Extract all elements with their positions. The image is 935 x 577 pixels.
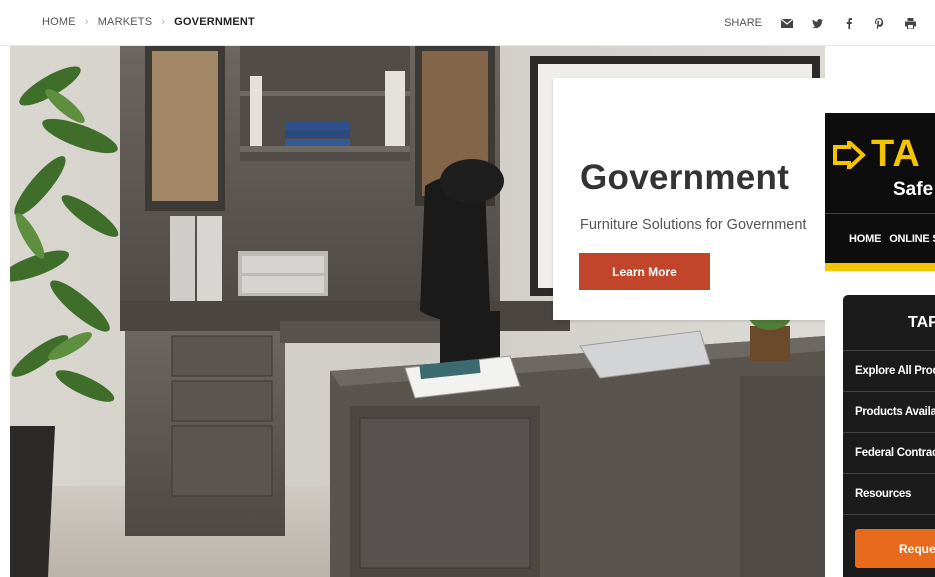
breadcrumb-separator-icon: › xyxy=(84,16,89,28)
promo-title: Government xyxy=(580,158,790,197)
top-bar: HOME › MARKETS › GOVERNMENT SHARE xyxy=(0,0,935,46)
banner-nav-home[interactable]: HOME xyxy=(849,233,881,245)
request-button[interactable]: Request xyxy=(855,529,935,568)
tapco-panel: TAP Explore All Produ Products Availabl … xyxy=(843,295,935,577)
facebook-icon[interactable] xyxy=(842,17,855,30)
breadcrumb-markets[interactable]: MARKETS xyxy=(98,16,153,28)
panel-link-products[interactable]: Products Availabl xyxy=(843,392,935,433)
tapco-logo: TA xyxy=(833,133,921,176)
logo-text: TA xyxy=(871,133,921,175)
banner-nav-online-store[interactable]: ONLINE ST xyxy=(889,233,935,245)
twitter-icon[interactable] xyxy=(811,17,824,30)
banner-stripe xyxy=(825,263,935,271)
breadcrumb-separator-icon: › xyxy=(161,16,166,28)
arrow-logo-icon xyxy=(833,140,866,169)
print-icon[interactable] xyxy=(904,17,917,30)
side-ad: TA Safe HOME ONLINE ST TAP Explore All P… xyxy=(825,46,935,577)
promo-card: Government Furniture Solutions for Gover… xyxy=(553,78,843,320)
pinterest-icon[interactable] xyxy=(873,17,886,30)
share-label: SHARE xyxy=(724,17,762,29)
breadcrumb-home[interactable]: HOME xyxy=(42,16,76,28)
share-bar: SHARE xyxy=(724,0,935,46)
learn-more-button[interactable]: Learn More xyxy=(579,253,710,290)
promo-subtitle: Furniture Solutions for Government xyxy=(580,217,807,233)
banner-nav: HOME ONLINE ST xyxy=(825,213,935,263)
panel-link-explore[interactable]: Explore All Produ xyxy=(843,351,935,392)
tapco-banner[interactable]: TA Safe HOME ONLINE ST xyxy=(825,113,935,271)
panel-link-federal-contracts[interactable]: Federal Contracts xyxy=(843,433,935,474)
panel-title: TAP xyxy=(843,295,935,351)
breadcrumb-current: GOVERNMENT xyxy=(174,16,255,28)
breadcrumb: HOME › MARKETS › GOVERNMENT xyxy=(42,16,255,28)
email-icon[interactable] xyxy=(780,17,793,30)
banner-tagline: Safe xyxy=(893,179,934,200)
panel-link-resources[interactable]: Resources xyxy=(843,474,935,515)
